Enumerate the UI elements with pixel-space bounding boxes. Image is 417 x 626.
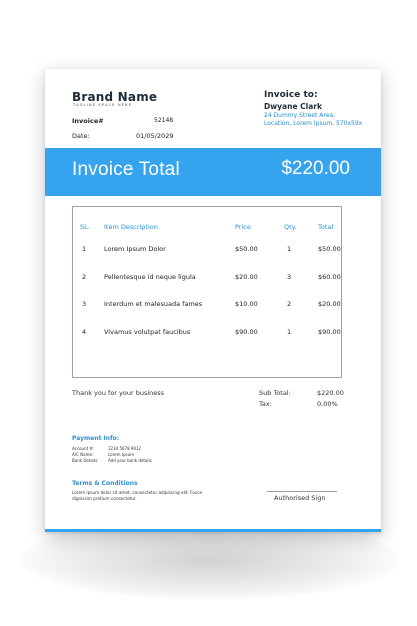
brand-name: Brand Name: [72, 90, 158, 104]
col-header-sl: SL.: [80, 223, 90, 231]
row-total: $90.00: [318, 328, 341, 336]
bottom-accent-bar: [45, 529, 381, 532]
invoice-date-value: 01/05/2029: [136, 132, 174, 140]
subtotal-value: $220.00: [317, 389, 344, 397]
account-name-value: Lorem Ipsum: [108, 452, 135, 457]
row-price: $10.00: [235, 300, 258, 308]
invoice-number-value: 52148: [154, 117, 174, 124]
row-description: Pellentesque id neque ligula: [104, 273, 196, 281]
row-sl: 2: [82, 273, 87, 281]
row-qty: 1: [287, 328, 292, 336]
items-table: SL. Item Description Price Qty. Total 1 …: [72, 206, 342, 378]
row-total: $50.00: [318, 245, 341, 253]
invoice-total-band: Invoice Total $220.00: [45, 148, 381, 196]
tax-value: 0.00%: [317, 400, 338, 408]
row-qty: 3: [287, 273, 292, 281]
terms-title: Terms & Conditions: [72, 480, 138, 487]
row-price: $20.00: [235, 273, 258, 281]
row-qty: 2: [287, 300, 292, 308]
invoice-total-title: Invoice Total: [72, 159, 180, 180]
account-number-value: 1234 5678 9012: [108, 446, 142, 451]
row-total: $20.00: [318, 300, 341, 308]
signature-line: [267, 491, 337, 492]
invoice-number-label: Invoice#: [72, 117, 104, 125]
thank-you-note: Thank you for your business: [72, 389, 165, 397]
tax-label: Tax:: [259, 400, 272, 408]
row-sl: 3: [82, 300, 87, 308]
account-name-label: A/C Name:: [72, 452, 94, 457]
subtotal-label: Sub Total:: [259, 389, 291, 397]
client-address: 24 Dummy Street Area, Location, Lorem Ip…: [264, 112, 363, 127]
row-price: $90.00: [235, 328, 258, 336]
invoice-page: Brand Name TAGLINE SPACE HERE Invoice# 5…: [45, 69, 381, 532]
invoice-total-amount: $220.00: [281, 158, 350, 179]
page-shadow: [20, 520, 400, 600]
account-number-label: Account #:: [72, 446, 95, 451]
col-header-description: Item Description: [104, 223, 158, 231]
row-total: $60.00: [318, 273, 341, 281]
row-sl: 4: [82, 328, 87, 336]
col-header-price: Price: [235, 223, 251, 231]
row-sl: 1: [82, 245, 87, 253]
col-header-qty: Qty.: [284, 223, 297, 231]
signature-label: Authorised Sign: [274, 494, 326, 502]
row-qty: 1: [287, 245, 292, 253]
row-description: Interdum et malesuada fames: [104, 300, 203, 308]
bank-details-value: Add your bank details: [108, 458, 152, 463]
row-description: Lorem Ipsum Dolor: [104, 245, 166, 253]
invoice-date-label: Date:: [72, 132, 90, 140]
brand-tagline: TAGLINE SPACE HERE: [73, 103, 133, 107]
row-description: Vivamus volutpat faucibus: [104, 328, 191, 336]
terms-text: Lorem ipsum dolor sit amet, consectetur …: [72, 490, 203, 501]
row-price: $50.00: [235, 245, 258, 253]
invoice-to-title: Invoice to:: [264, 90, 318, 100]
bank-details-label: Bank Details:: [72, 458, 99, 463]
payment-info-title: Payment Info:: [72, 435, 120, 442]
col-header-total: Total: [318, 223, 334, 231]
client-name: Dwyane Clark: [264, 102, 322, 111]
